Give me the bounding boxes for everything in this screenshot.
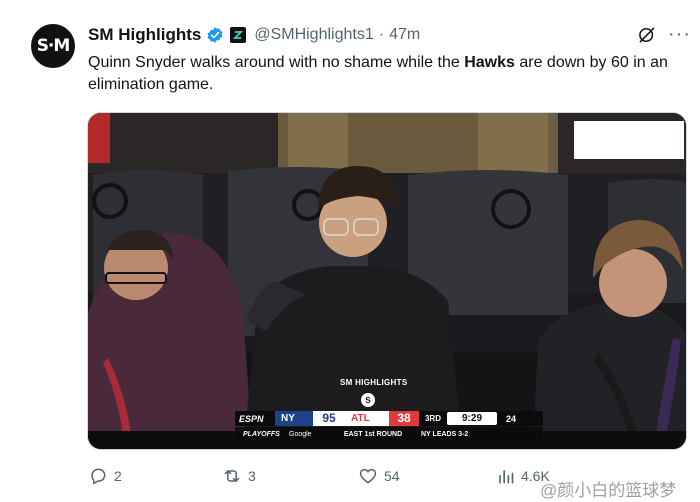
sponsor-label: Google xyxy=(289,430,312,438)
tweet-header: SM Highlights @SMHighlights1 · 47m xyxy=(88,24,420,46)
heart-icon xyxy=(359,468,377,484)
team2-score: 38 xyxy=(389,411,419,426)
repost-icon xyxy=(224,470,240,482)
grok-icon[interactable] xyxy=(637,25,657,45)
video-watermark: SM HIGHLIGHTS xyxy=(340,378,408,387)
author-handle[interactable]: @SMHighlights1 xyxy=(254,26,373,44)
series-label: NY LEADS 3-2 xyxy=(421,430,469,438)
network-logo: ESPN xyxy=(239,413,264,424)
more-options-icon[interactable]: ··· xyxy=(668,24,691,44)
image-watermark: @颜小白的篮球梦 xyxy=(540,481,677,500)
reply-icon xyxy=(91,468,106,485)
scorebug-top-row: ESPN NY 95 ATL 38 3RD 9:29 24 xyxy=(235,411,543,426)
video-logo-letter: S xyxy=(365,395,371,405)
game-clock: 9:29 xyxy=(447,412,497,425)
like-button[interactable]: 54 xyxy=(358,466,400,486)
tweet-text-start: Quinn Snyder walks around with no shame … xyxy=(88,54,465,71)
repost-count: 3 xyxy=(248,468,256,484)
period: 3RD xyxy=(424,414,441,423)
reply-count: 2 xyxy=(114,468,122,484)
shot-clock: 24 xyxy=(505,413,516,424)
reply-button[interactable]: 2 xyxy=(88,466,122,486)
verified-badge-icon xyxy=(207,27,223,43)
playoffs-label: PLAYOFFS xyxy=(243,430,280,438)
team1-name: NY xyxy=(275,411,313,426)
author-name[interactable]: SM Highlights xyxy=(88,25,201,45)
video-overlay: SM HIGHLIGHTS S ESPN NY 95 ATL 38 3RD 9:… xyxy=(88,113,686,449)
scorebug-bottom-row: PLAYOFFS Google EAST 1st ROUND NY LEADS … xyxy=(235,427,543,441)
tweet-text: Quinn Snyder walks around with no shame … xyxy=(88,52,688,96)
repost-button[interactable]: 3 xyxy=(222,466,256,486)
team1-score: 95 xyxy=(313,411,345,426)
timestamp[interactable]: 47m xyxy=(389,26,420,44)
like-count: 54 xyxy=(384,468,400,484)
tweet-text-bold: Hawks xyxy=(464,54,515,71)
author-avatar[interactable]: S·M xyxy=(31,24,75,68)
separator-dot: · xyxy=(378,26,385,43)
scorebug: ESPN NY 95 ATL 38 3RD 9:29 24 PLAYOFFS G… xyxy=(235,411,543,442)
team2-name: ATL xyxy=(345,411,389,426)
avatar-initials: S·M xyxy=(36,36,71,56)
video-logo: S xyxy=(361,393,375,407)
tweet-video[interactable]: SM HIGHLIGHTS S ESPN NY 95 ATL 38 3RD 9:… xyxy=(87,112,687,450)
round-label: EAST 1st ROUND xyxy=(343,430,403,438)
affiliate-badge-icon[interactable] xyxy=(230,27,247,43)
views-icon xyxy=(499,470,514,484)
